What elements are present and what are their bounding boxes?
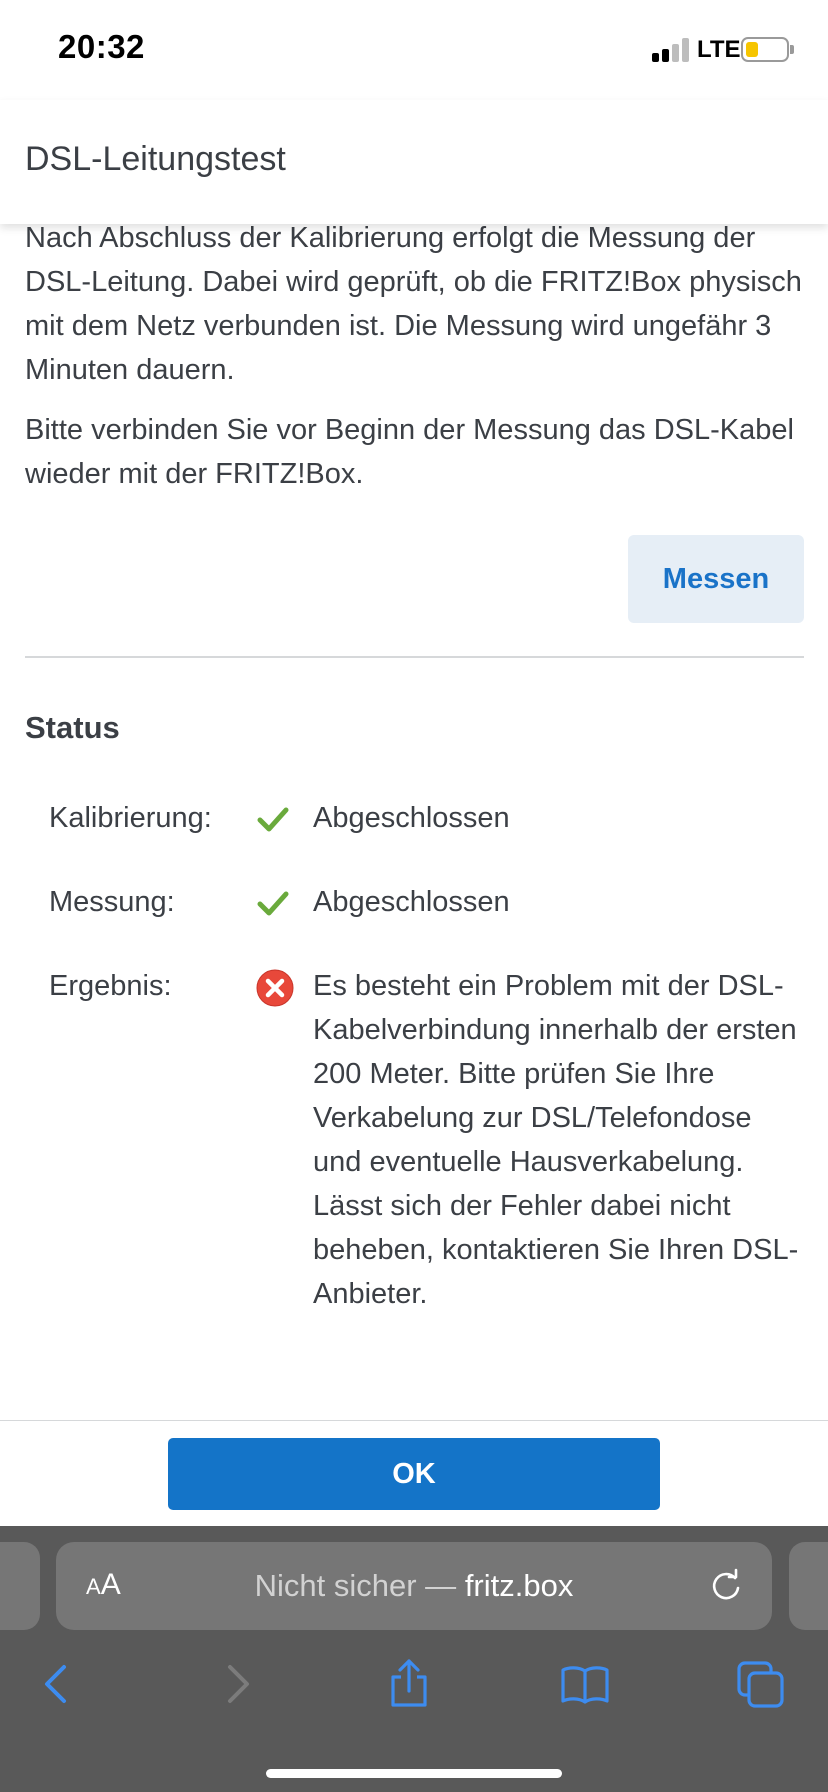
check-icon (257, 891, 289, 916)
check-icon (257, 807, 289, 832)
result-value: Es besteht ein Problem mit der DSL-Kabel… (313, 970, 799, 1310)
measure-button[interactable]: Messen (628, 535, 804, 623)
browser-toolbar: AA Nicht sicher — fritz.box (0, 1526, 828, 1792)
battery-icon (741, 37, 789, 62)
tabs-icon[interactable] (736, 1659, 786, 1709)
signal-strength-icon (652, 38, 690, 62)
url-security-label: Nicht sicher — (254, 1568, 465, 1603)
status-bar: 20:32 LTE (0, 0, 828, 100)
measurement-label: Messung: (49, 886, 175, 918)
previous-tab-preview[interactable] (0, 1542, 40, 1630)
measurement-value: Abgeschlossen (313, 886, 510, 918)
back-icon[interactable] (33, 1659, 83, 1709)
url-host: fritz.box (464, 1568, 574, 1603)
ok-button[interactable]: OK (168, 1438, 660, 1510)
error-icon (256, 969, 294, 1007)
next-tab-preview[interactable] (789, 1542, 828, 1630)
result-label: Ergebnis: (49, 970, 172, 1002)
divider (25, 656, 804, 658)
intro-paragraph: Nach Abschluss der Kalibrierung erfolgt … (25, 224, 802, 386)
forward-icon[interactable] (211, 1659, 261, 1709)
share-icon[interactable] (384, 1659, 434, 1709)
battery-nub (790, 45, 794, 54)
network-type: LTE (697, 36, 741, 63)
calibration-label: Kalibrierung: (49, 802, 212, 834)
address-bar[interactable]: AA Nicht sicher — fritz.box (56, 1542, 772, 1630)
status-heading: Status (25, 710, 120, 745)
bookmarks-icon[interactable] (560, 1659, 610, 1709)
url-display[interactable]: Nicht sicher — fritz.box (56, 1568, 772, 1604)
clock: 20:32 (58, 28, 145, 65)
battery-level (746, 42, 758, 57)
home-indicator (266, 1769, 562, 1778)
page-title: DSL-Leitungstest (25, 140, 286, 178)
dialog-footer: OK (0, 1420, 828, 1526)
reload-icon[interactable] (708, 1568, 744, 1604)
instruction-paragraph: Bitte verbinden Sie vor Beginn der Messu… (25, 414, 794, 490)
page-header: DSL-Leitungstest (0, 100, 828, 224)
main-content[interactable]: Nach Abschluss der Kalibrierung erfolgt … (0, 224, 828, 1420)
calibration-value: Abgeschlossen (313, 802, 510, 834)
